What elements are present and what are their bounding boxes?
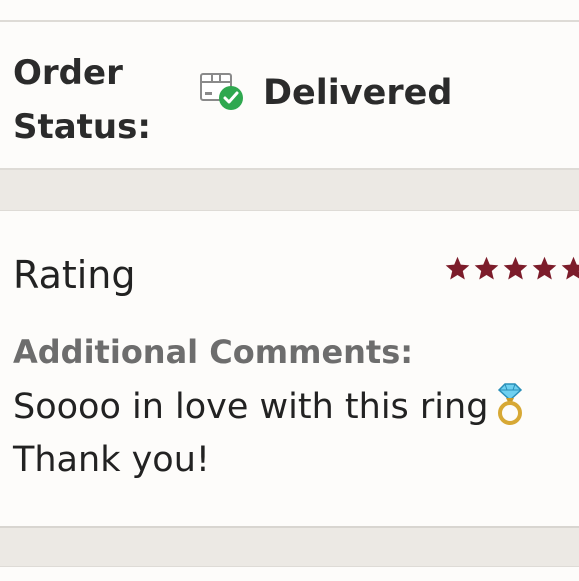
bottom-strip <box>0 566 579 581</box>
star-icon <box>445 256 470 280</box>
star-icon <box>532 256 557 280</box>
star-icon <box>474 256 499 280</box>
order-status-card: Order Status: Delivered <box>0 20 579 170</box>
star-rating <box>444 255 579 282</box>
comment-line-1: Soooo in love with this ring <box>13 387 489 427</box>
order-status-label: Order Status: <box>13 53 151 147</box>
star-icon <box>503 256 528 280</box>
review-card: Rating Additional Comments: Soooo in lov… <box>0 210 579 528</box>
comment-line-2: Thank you! <box>13 440 210 480</box>
top-strip <box>0 0 579 20</box>
ring-emoji-icon <box>498 383 523 425</box>
rating-label: Rating <box>13 253 136 297</box>
order-status-value: Delivered <box>263 73 453 113</box>
delivered-box-check-icon <box>200 73 243 110</box>
additional-comments-label: Additional Comments: <box>13 333 414 371</box>
star-icon <box>561 256 579 280</box>
comment-text: Soooo in love with this ring Thank you! <box>13 381 568 487</box>
